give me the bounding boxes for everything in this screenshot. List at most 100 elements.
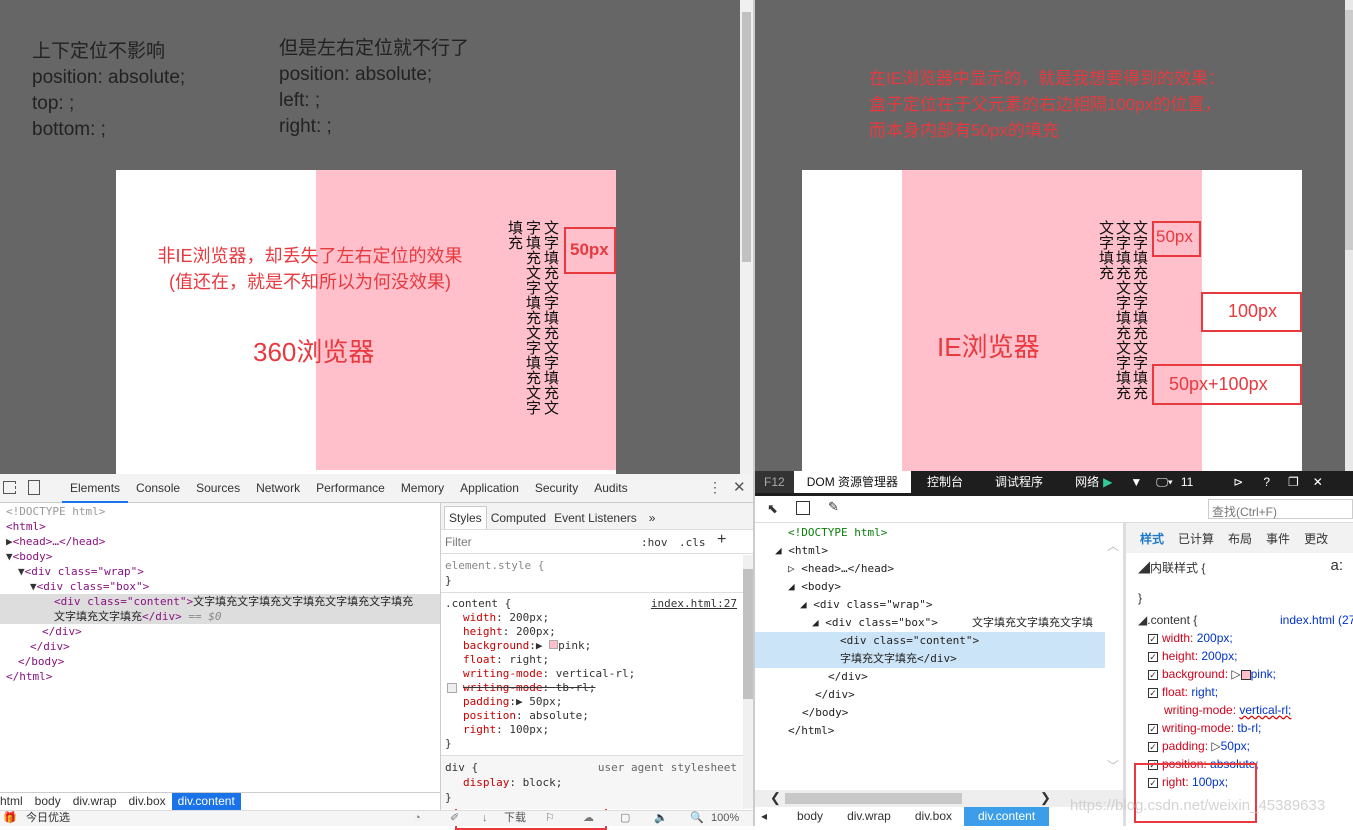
- tab-memory[interactable]: Memory: [393, 475, 452, 501]
- style-prop[interactable]: ✓ float: right;: [1138, 683, 1353, 701]
- tab-dom-explorer[interactable]: DOM 资源管理器: [793, 471, 912, 493]
- left-page-scrollbar[interactable]: [740, 0, 753, 474]
- prop-checkbox[interactable]: [447, 683, 457, 693]
- crumb-wrap[interactable]: div.wrap: [67, 793, 123, 810]
- new-rule-button[interactable]: +: [717, 531, 726, 549]
- style-prop-overridden[interactable]: writing-mode: tb-rl;: [445, 681, 749, 695]
- rule-source-link[interactable]: index.html:27: [651, 597, 737, 611]
- more-menu-icon[interactable]: ⋮: [708, 479, 722, 496]
- crumb-html[interactable]: html: [0, 793, 29, 810]
- dom-wrap[interactable]: ◢ <div class="wrap">: [755, 596, 1123, 614]
- style-prop[interactable]: height: 200px;: [445, 625, 749, 639]
- dom-wrap[interactable]: ▼<div class="wrap">: [0, 564, 440, 579]
- close-icon[interactable]: ✕: [1307, 471, 1329, 493]
- right-page-scrollbar[interactable]: [1345, 0, 1353, 471]
- hov-button[interactable]: :hov: [641, 536, 668, 549]
- sound-icon[interactable]: 🔈: [654, 811, 668, 826]
- tab-console[interactable]: Console: [128, 475, 188, 501]
- style-prop[interactable]: ✓ background: ▷ pink;: [1138, 665, 1353, 683]
- help-icon[interactable]: ?: [1253, 471, 1280, 493]
- style-prop[interactable]: padding:▶ 50px;: [445, 695, 749, 709]
- dom-content-selected[interactable]: <div class="content">文字填充文字填充文字填充文字填充文字填…: [0, 594, 440, 624]
- filter-input[interactable]: Filter: [445, 535, 472, 549]
- tab-debugger[interactable]: 调试程序: [979, 471, 1059, 493]
- color-swatch[interactable]: [1240, 669, 1251, 680]
- zoom-icon[interactable]: 🔍: [690, 811, 704, 826]
- document-mode[interactable]: 11: [1177, 471, 1223, 493]
- zoom-level[interactable]: 100%: [711, 811, 739, 826]
- dom-box[interactable]: ▼<div class="box">: [0, 579, 440, 594]
- scroll-left-icon[interactable]: ❮: [770, 790, 781, 806]
- highlight-icon[interactable]: [796, 501, 810, 515]
- tab-performance[interactable]: Performance: [308, 475, 393, 501]
- dom-html[interactable]: <html>: [0, 519, 440, 534]
- tab-computed[interactable]: Computed: [487, 507, 550, 529]
- dom-body[interactable]: ▼<body>: [0, 549, 440, 564]
- color-picker-icon[interactable]: ✎: [828, 499, 839, 515]
- crumb-body[interactable]: body: [29, 793, 67, 810]
- window-icon[interactable]: ▢: [620, 811, 630, 826]
- crumb-wrap[interactable]: div.wrap: [835, 808, 903, 825]
- font-icon[interactable]: a:: [1330, 557, 1343, 574]
- crumb-content[interactable]: div.content: [171, 793, 241, 810]
- tab-styles[interactable]: Styles: [444, 506, 487, 529]
- emulation-icon[interactable]: 🖵▾: [1152, 471, 1177, 493]
- collapse-arrow-icon[interactable]: ▼: [6, 550, 13, 563]
- tab-computed[interactable]: 已计算: [1178, 532, 1214, 546]
- tab-styles[interactable]: 样式: [1140, 532, 1164, 546]
- style-prop[interactable]: ✓ padding: ▷50px;: [1138, 737, 1353, 755]
- collapse-arrow-icon[interactable]: ▼: [30, 580, 37, 593]
- search-input[interactable]: 查找(Ctrl+F): [1208, 499, 1353, 519]
- crumb-box[interactable]: div.box: [123, 793, 172, 810]
- style-prop[interactable]: position: absolute;: [445, 709, 749, 723]
- inline-style-rule[interactable]: ◢内联样式 {: [1138, 559, 1353, 577]
- tab-console[interactable]: 控制台: [911, 471, 979, 493]
- style-prop[interactable]: ✓ writing-mode: tb-rl;: [1138, 719, 1353, 737]
- dom-head[interactable]: ▷ <head>…</head>: [755, 560, 1123, 578]
- close-icon[interactable]: ✕: [733, 478, 746, 496]
- style-prop[interactable]: float: right;: [445, 653, 749, 667]
- expand-arrow-icon[interactable]: ▶: [6, 535, 13, 548]
- download-icon[interactable]: ↓: [482, 811, 488, 826]
- pin-icon[interactable]: ✐: [450, 811, 459, 826]
- style-prop[interactable]: right: 100px;: [445, 723, 749, 737]
- scroll-up-icon[interactable]: ︿: [1107, 537, 1119, 554]
- flag-icon[interactable]: ⚐: [545, 811, 555, 826]
- select-element-icon[interactable]: ⬉: [767, 501, 778, 517]
- style-prop[interactable]: writing-mode: vertical-rl;: [445, 667, 749, 681]
- crumb-back-icon[interactable]: ◂: [755, 809, 785, 823]
- more-tabs-icon[interactable]: »: [641, 507, 664, 529]
- tab-event-listeners[interactable]: Event Listeners: [550, 507, 641, 529]
- scroll-right-icon[interactable]: ❯: [1040, 790, 1051, 806]
- tab-layout[interactable]: 布局: [1228, 532, 1252, 546]
- speed-icon[interactable]: ◔: [414, 811, 421, 826]
- tab-elements[interactable]: Elements: [62, 475, 129, 503]
- dom-content-selected[interactable]: <div class="content">: [755, 632, 1105, 650]
- tab-sources[interactable]: Sources: [188, 475, 248, 501]
- undock-icon[interactable]: ❐: [1280, 471, 1307, 493]
- download-label[interactable]: 下载: [504, 811, 526, 826]
- cls-button[interactable]: .cls: [679, 536, 706, 549]
- style-prop[interactable]: background:▶ pink;: [445, 639, 749, 653]
- tab-security[interactable]: Security: [527, 475, 586, 501]
- tab-network[interactable]: 网络: [1059, 471, 1103, 493]
- dom-body[interactable]: ◢ <body>: [755, 578, 1123, 596]
- tab-changes[interactable]: 更改: [1304, 532, 1328, 546]
- network-play-icon[interactable]: ▶: [1103, 471, 1120, 493]
- style-prop[interactable]: width: 200px;: [445, 611, 749, 625]
- crumb-content[interactable]: div.content: [964, 807, 1050, 826]
- console-icon[interactable]: ⊳: [1223, 471, 1253, 493]
- crumb-body[interactable]: body: [785, 808, 835, 825]
- ie-hscrollbar[interactable]: ❮ ❯: [755, 790, 1123, 807]
- dropdown-icon[interactable]: ▼: [1120, 471, 1152, 493]
- rule-source-link[interactable]: index.html (27: [1280, 611, 1353, 629]
- style-prop[interactable]: ✓ height: 200px;: [1138, 647, 1353, 665]
- tab-audits[interactable]: Audits: [586, 475, 635, 501]
- style-prop[interactable]: writing-mode: vertical-rl;: [1138, 701, 1353, 719]
- dom-head[interactable]: ▶<head>…</head>: [0, 534, 440, 549]
- styles-scrollbar[interactable]: [743, 555, 753, 808]
- promo-link[interactable]: 今日优选: [26, 811, 70, 826]
- cloud-icon[interactable]: ☁: [583, 811, 594, 826]
- tab-events[interactable]: 事件: [1266, 532, 1290, 546]
- collapse-arrow-icon[interactable]: ▼: [18, 565, 25, 578]
